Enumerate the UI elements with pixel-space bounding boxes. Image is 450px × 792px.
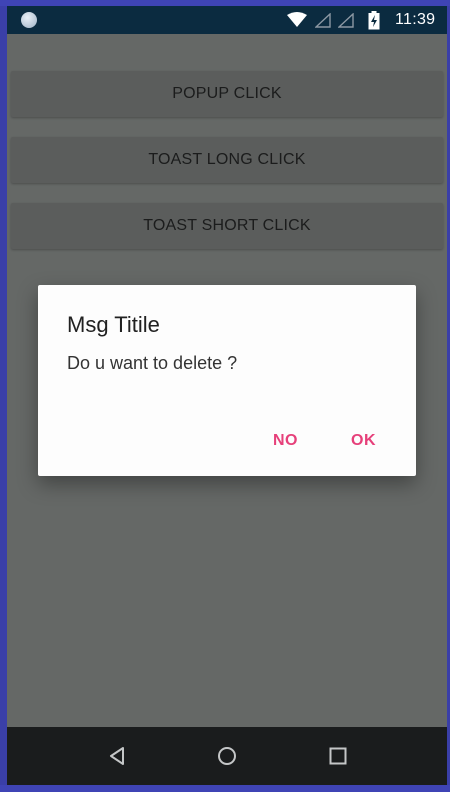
popup-click-button[interactable]: POPUP CLICK xyxy=(11,71,443,117)
window-bottom-border xyxy=(0,785,450,792)
home-icon[interactable] xyxy=(217,746,237,766)
back-icon[interactable] xyxy=(107,746,127,766)
alert-dialog: Msg Titile Do u want to delete ? NO OK xyxy=(38,285,416,476)
signal-icon xyxy=(315,13,331,28)
recents-icon[interactable] xyxy=(329,747,347,765)
dialog-ok-button[interactable]: OK xyxy=(351,431,376,451)
status-bar: 11:39 xyxy=(7,6,447,34)
dialog-no-button[interactable]: NO xyxy=(273,431,298,451)
battery-charging-icon xyxy=(368,11,380,30)
navigation-bar xyxy=(7,727,447,785)
status-time: 11:39 xyxy=(395,11,436,28)
toast-short-click-button[interactable]: TOAST SHORT CLICK xyxy=(11,203,443,249)
wifi-icon xyxy=(287,12,307,27)
phone-screen: 11:39 POPUP CLICK TOAST LONG CLICK TOAST… xyxy=(7,6,447,785)
signal-icon xyxy=(338,13,354,28)
dialog-message: Do u want to delete ? xyxy=(67,353,238,373)
dialog-title: Msg Titile xyxy=(67,312,160,337)
toast-long-click-button[interactable]: TOAST LONG CLICK xyxy=(11,137,443,183)
notification-dot-icon xyxy=(21,12,37,28)
